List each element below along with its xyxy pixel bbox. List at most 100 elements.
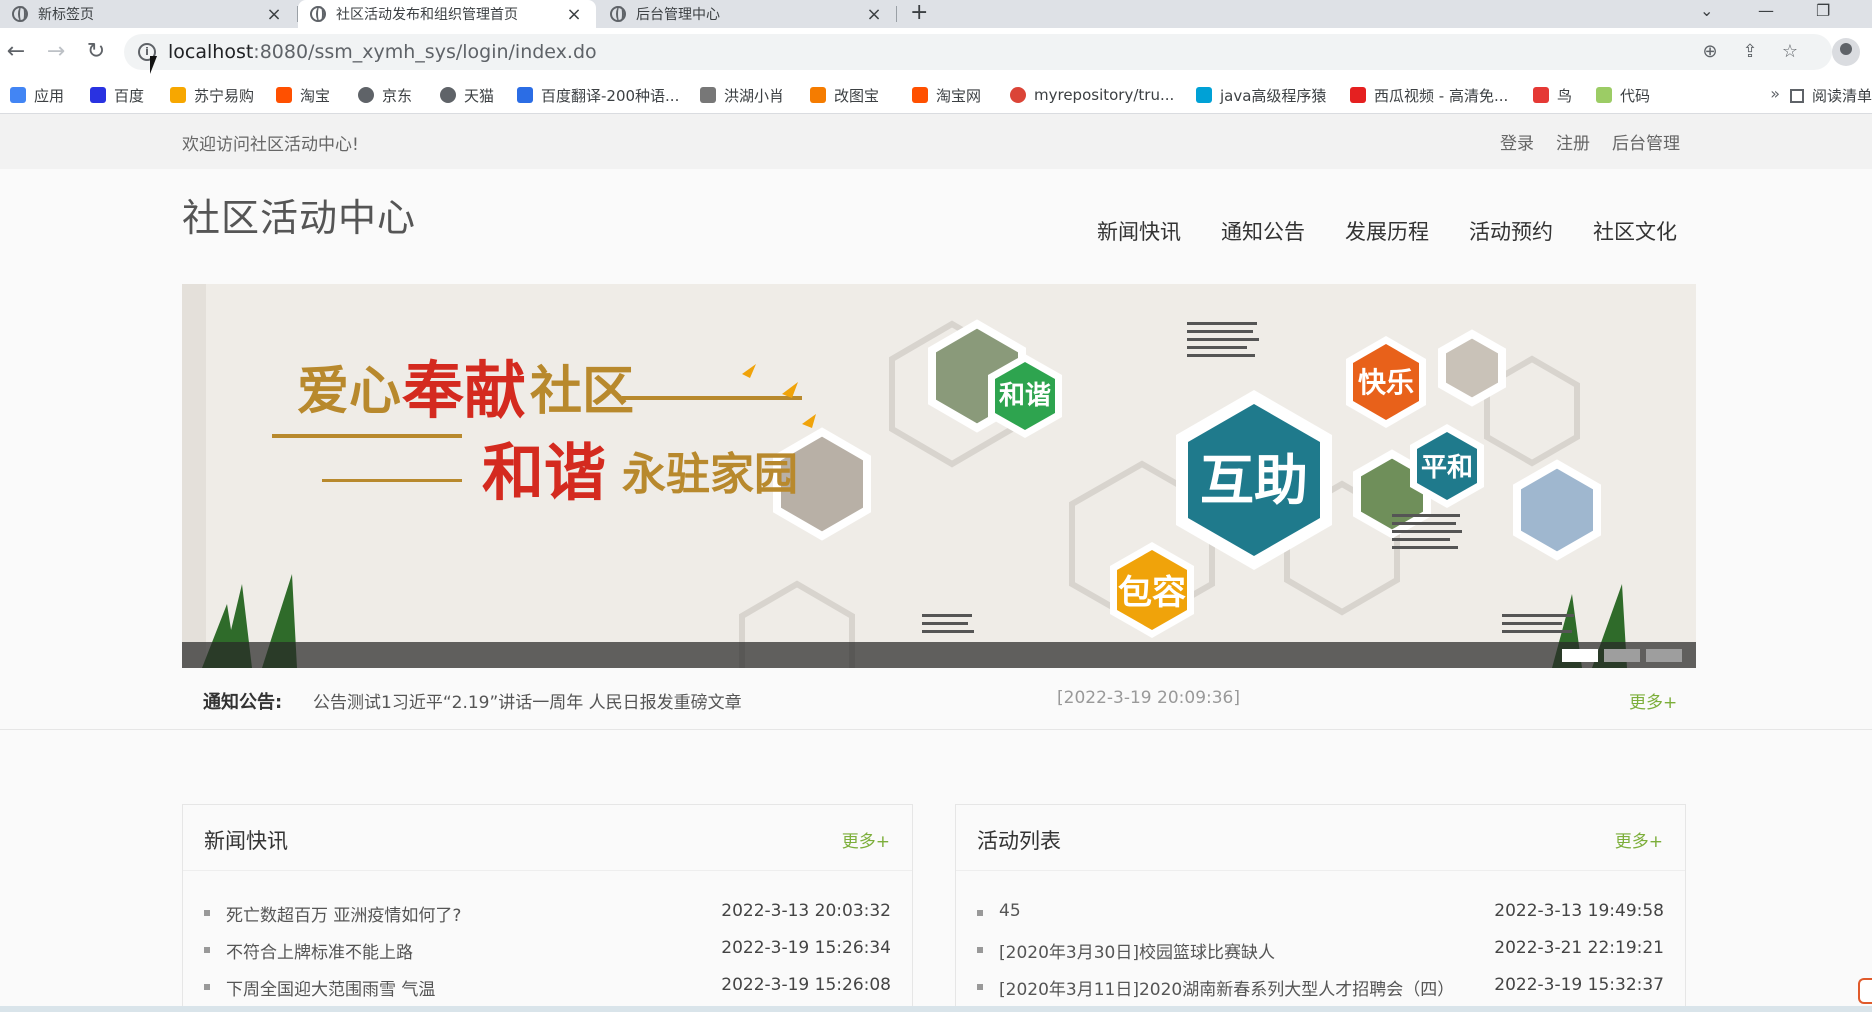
close-icon[interactable]: × (264, 4, 284, 25)
tab-search-dropdown-icon[interactable]: ⌄ (1700, 0, 1713, 28)
notice-more-link[interactable]: 更多+ (1629, 688, 1677, 713)
bilibili-icon (1196, 87, 1212, 103)
close-icon[interactable]: × (864, 4, 884, 25)
site-top-bar: 欢迎访问社区活动中心! 登录 注册 后台管理 (0, 114, 1872, 169)
bookmark-item[interactable]: 百度翻译-200种语... (517, 85, 679, 105)
bookmarks-overflow-icon[interactable]: » (1770, 84, 1780, 103)
bookmark-item[interactable]: 西瓜视频 - 高清免... (1350, 85, 1508, 105)
tab-new-tab[interactable]: 新标签页 × (0, 0, 296, 28)
bullet-icon (204, 910, 210, 916)
page-content: 欢迎访问社区活动中心! 登录 注册 后台管理 社区活动中心 新闻快讯 通知公告 … (0, 114, 1872, 1012)
globe-icon (358, 87, 374, 103)
address-bar[interactable]: i localhost:8080/ssm_xymh_sys/login/inde… (124, 34, 1832, 70)
login-link[interactable]: 登录 (1500, 129, 1534, 154)
bullet-icon (204, 947, 210, 953)
item-date: 2022-3-13 20:03:32 (721, 901, 891, 921)
close-icon[interactable]: × (564, 4, 584, 25)
url-host: localhost (168, 41, 254, 63)
nav-history[interactable]: 发展历程 (1345, 216, 1429, 246)
baidu-paw-icon (90, 87, 106, 103)
bullet-icon (977, 984, 983, 990)
browser-tab-strip: 新标签页 × 社区活动发布和组织管理首页 × 后台管理中心 × + ⌄ — ❐ (0, 0, 1872, 28)
item-title[interactable]: 死亡数超百万 亚洲疫情如何了? (226, 901, 461, 926)
suning-icon (170, 87, 186, 103)
url-path: :8080/ssm_xymh_sys/login/index.do (253, 41, 597, 63)
register-link[interactable]: 注册 (1556, 129, 1590, 154)
taobao-icon (912, 87, 928, 103)
bullet-icon (977, 910, 983, 916)
globe-icon (440, 87, 456, 103)
bullet-icon (977, 947, 983, 953)
banner-carousel[interactable]: 爱心 奉献 社区 和谐 永驻家园 和谐 互助 快乐 平和 包容 (182, 284, 1696, 668)
tab-admin-center[interactable]: 后台管理中心 × (598, 0, 896, 28)
activity-more-link[interactable]: 更多+ (1615, 827, 1663, 852)
list-item[interactable]: 死亡数超百万 亚洲疫情如何了? 2022-3-13 20:03:32 (204, 901, 891, 938)
item-title[interactable]: [2020年3月30日]校园篮球比赛缺人 (999, 938, 1275, 963)
panel-title: 新闻快讯 (204, 829, 288, 853)
site-header: 社区活动中心 新闻快讯 通知公告 发展历程 活动预约 社区文化 (0, 169, 1872, 299)
reload-button[interactable]: ↻ (82, 38, 110, 66)
url-text[interactable]: localhost:8080/ssm_xymh_sys/login/index.… (168, 41, 597, 63)
nav-culture[interactable]: 社区文化 (1593, 216, 1677, 246)
bird-icon (700, 87, 716, 103)
reading-list-button[interactable]: 阅读清单 (1789, 85, 1872, 106)
list-item[interactable]: [2020年3月30日]校园篮球比赛缺人 2022-3-21 22:19:21 (977, 938, 1664, 975)
taobao-icon (276, 87, 292, 103)
item-date: 2022-3-19 15:26:34 (721, 938, 891, 958)
carousel-dot[interactable] (1646, 649, 1682, 662)
profile-avatar-icon[interactable] (1832, 38, 1860, 66)
list-item[interactable]: 45 2022-3-13 19:49:58 (977, 901, 1664, 938)
window-bottom-edge (0, 1006, 1872, 1012)
list-item[interactable]: 不符合上牌标准不能上路 2022-3-19 15:26:34 (204, 938, 891, 975)
globe-icon (310, 6, 326, 22)
bookmark-item[interactable]: 百度 (90, 85, 144, 105)
bookmark-item[interactable]: 鸟 (1533, 85, 1572, 105)
bookmark-item[interactable]: 淘宝网 (912, 85, 981, 105)
bookmark-item[interactable]: 天猫 (440, 85, 494, 105)
nav-reservation[interactable]: 活动预约 (1469, 216, 1553, 246)
bookmark-label: myrepository/tru... (1034, 86, 1175, 104)
bookmark-item[interactable]: 应用 (10, 85, 64, 105)
bookmark-item[interactable]: myrepository/tru... (1010, 85, 1174, 105)
zoom-icon[interactable]: ⊕ (1698, 41, 1722, 62)
bookmark-item[interactable]: java高级程序猿 (1196, 85, 1326, 105)
item-title[interactable]: 45 (999, 901, 1021, 921)
bookmark-item[interactable]: 洪湖小肖 (700, 85, 784, 105)
bookmark-item[interactable]: 淘宝 (276, 85, 330, 105)
item-date: 2022-3-19 15:32:37 (1494, 975, 1664, 995)
nav-news[interactable]: 新闻快讯 (1097, 216, 1181, 246)
minimize-button[interactable]: — (1758, 0, 1774, 28)
site-logo[interactable]: 社区活动中心 (182, 187, 416, 242)
address-toolbar: ← → ↻ i localhost:8080/ssm_xymh_sys/logi… (0, 28, 1872, 76)
bookmark-label: 鸟 (1557, 86, 1573, 105)
bookmark-label: 淘宝 (300, 86, 331, 105)
item-title[interactable]: 下周全国迎大范围雨雪 气温 (226, 975, 435, 1000)
translate-icon (517, 87, 533, 103)
tab-community-home[interactable]: 社区活动发布和组织管理首页 × (298, 0, 596, 28)
bookmark-star-icon[interactable]: ☆ (1778, 41, 1802, 62)
back-button[interactable]: ← (2, 38, 30, 66)
bookmark-item[interactable]: 代码 (1596, 85, 1650, 105)
nav-notices[interactable]: 通知公告 (1221, 216, 1305, 246)
new-tab-button[interactable]: + (910, 0, 928, 28)
banner-image: 爱心 奉献 社区 和谐 永驻家园 和谐 互助 快乐 平和 包容 (182, 284, 1696, 668)
notice-link[interactable]: 公告测试1习近平“2.19”讲话一周年 人民日报发重磅文章 (313, 688, 742, 713)
forward-button[interactable]: → (42, 38, 70, 66)
carousel-dot[interactable] (1604, 649, 1640, 662)
bookmark-item[interactable]: 京东 (358, 85, 412, 105)
item-date: 2022-3-21 22:19:21 (1494, 938, 1664, 958)
activity-list: 45 2022-3-13 19:49:58 [2020年3月30日]校园篮球比赛… (977, 901, 1664, 1012)
share-icon[interactable]: ⇪ (1738, 41, 1762, 62)
item-title[interactable]: [2020年3月11日]2020湖南新春系列大型人才招聘会（四） (999, 975, 1454, 1000)
floating-side-icon[interactable] (1858, 978, 1872, 1004)
bookmark-item[interactable]: 苏宁易购 (170, 85, 254, 105)
restore-button[interactable]: ❐ (1816, 0, 1830, 28)
chrome-icon (1010, 87, 1026, 103)
carousel-dot[interactable] (1562, 649, 1598, 662)
slogan-part: 爱心 (297, 361, 401, 422)
bookmark-item[interactable]: 改图宝 (810, 85, 879, 105)
panel-title: 活动列表 (977, 829, 1061, 853)
news-more-link[interactable]: 更多+ (842, 827, 890, 852)
item-title[interactable]: 不符合上牌标准不能上路 (226, 938, 413, 963)
admin-link[interactable]: 后台管理 (1612, 129, 1680, 154)
